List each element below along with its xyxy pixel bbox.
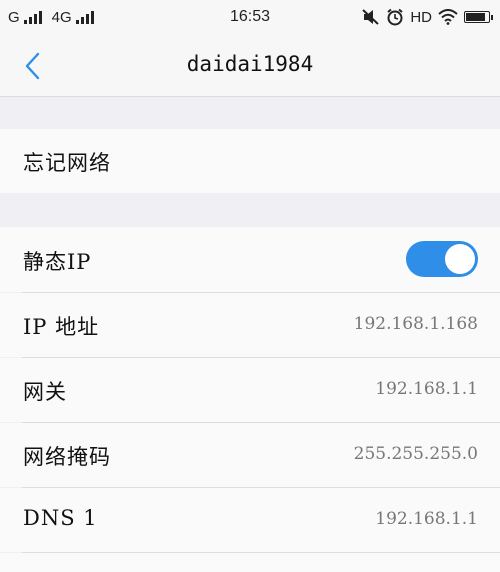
ip-address-value: 192.168.1.168 [353,314,478,334]
navigation-bar: daidai1984 [0,36,500,97]
static-ip-toggle[interactable] [406,241,478,277]
static-ip-row: 静态IP [0,227,500,292]
dns1-label: DNS 1 [23,506,98,530]
wifi-icon [438,9,458,25]
next-row-partial[interactable] [0,553,500,572]
ip-address-row[interactable]: IP 地址 192.168.1.168 [0,293,500,357]
ip-address-label: IP 地址 [23,315,100,339]
static-ip-label: 静态IP [23,250,92,274]
status-bar: G 4G 16:53 HD [0,0,500,36]
alarm-icon [387,8,403,26]
status-icons: HD [362,8,493,26]
mute-icon [362,9,380,25]
netmask-value: 255.255.255.0 [353,444,478,464]
gateway-label: 网关 [23,380,67,404]
netmask-row[interactable]: 网络掩码 255.255.255.0 [0,423,500,487]
page-title: daidai1984 [186,52,314,76]
netmask-label: 网络掩码 [23,445,111,469]
dns1-value: 192.168.1.1 [375,509,478,529]
gateway-row[interactable]: 网关 192.168.1.1 [0,358,500,422]
toggle-knob [445,244,475,274]
gateway-value: 192.168.1.1 [375,379,478,399]
hd-label: HD [410,8,432,26]
battery-icon [464,11,493,23]
forget-network-label: 忘记网络 [23,151,111,175]
dns1-row[interactable]: DNS 1 192.168.1.1 [0,488,500,552]
forget-network-row[interactable]: 忘记网络 [0,129,500,193]
